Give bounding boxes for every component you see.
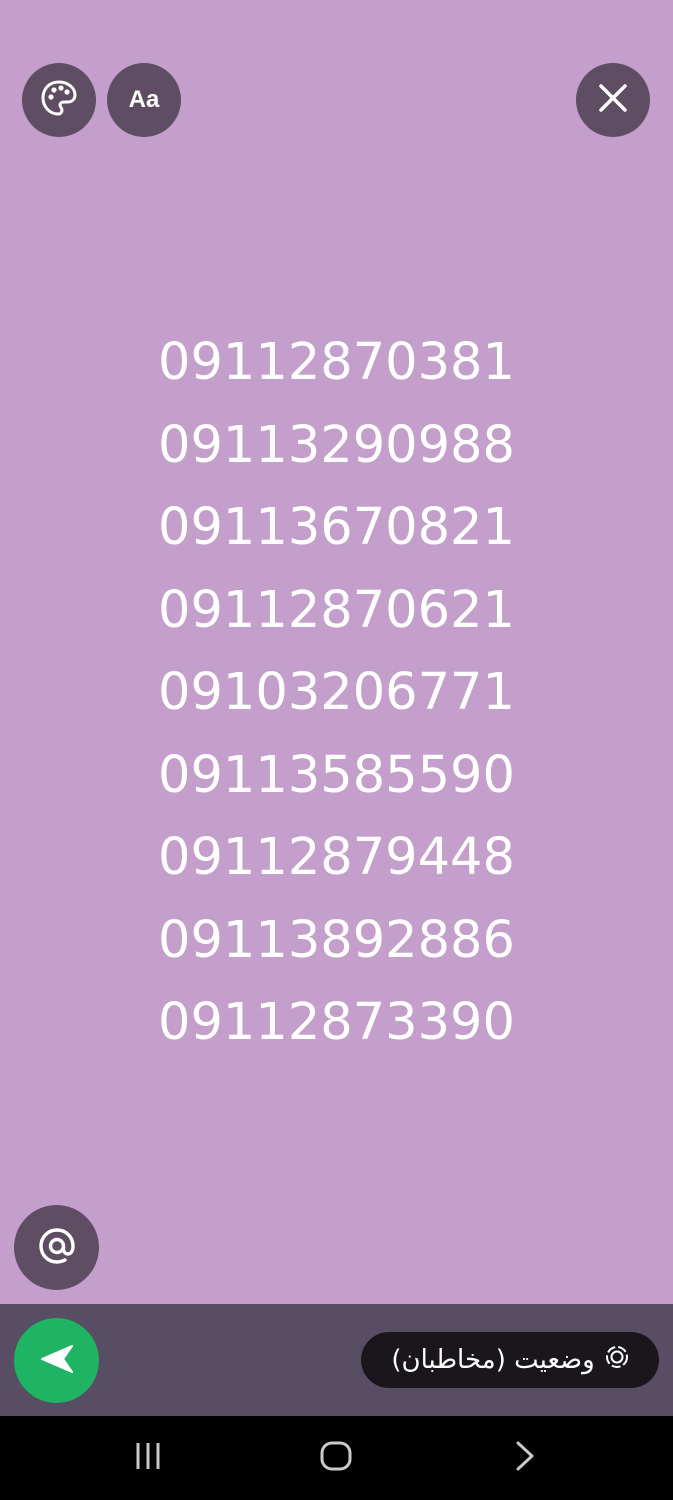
palette-icon [39, 78, 79, 122]
nav-recents-button[interactable] [128, 1438, 168, 1478]
at-sign-icon [36, 1225, 78, 1271]
mention-button[interactable] [14, 1205, 99, 1290]
phone-number-line: 09113670821 [158, 498, 515, 557]
story-canvas: Aa 09112870381 09113290988 09113670821 0… [0, 0, 673, 1304]
phone-number-line: 09112879448 [158, 828, 515, 887]
status-audience-label: وضعیت (مخاطبان) [391, 1345, 595, 1375]
send-button[interactable] [14, 1318, 99, 1403]
back-chevron-icon [508, 1440, 540, 1476]
bottom-bar: وضعیت (مخاطبان) [0, 1304, 673, 1416]
recents-icon [132, 1440, 164, 1476]
nav-back-button[interactable] [504, 1438, 544, 1478]
status-ring-icon [605, 1345, 629, 1376]
font-style-label: Aa [128, 86, 160, 113]
font-style-button[interactable]: Aa [107, 63, 181, 137]
send-arrow-icon [38, 1343, 76, 1379]
phone-number-line: 09112873390 [158, 993, 515, 1052]
home-icon [318, 1438, 354, 1478]
close-button[interactable] [576, 63, 650, 137]
story-text[interactable]: 09112870381 09113290988 09113670821 0911… [0, 322, 673, 1065]
close-icon [597, 82, 629, 118]
phone-number-line: 09112870621 [158, 580, 515, 640]
phone-number-line: 09103206771 [158, 663, 515, 722]
phone-number-line: 09112870381 [158, 333, 515, 392]
nav-home-button[interactable] [316, 1438, 356, 1478]
status-audience-selector[interactable]: وضعیت (مخاطبان) [361, 1332, 659, 1388]
phone-number-line: 09113585590 [158, 745, 515, 805]
palette-button[interactable] [22, 63, 96, 137]
phone-number-line: 09113892886 [158, 910, 515, 970]
system-navigation-bar [0, 1416, 673, 1500]
phone-number-line: 09113290988 [158, 415, 515, 475]
